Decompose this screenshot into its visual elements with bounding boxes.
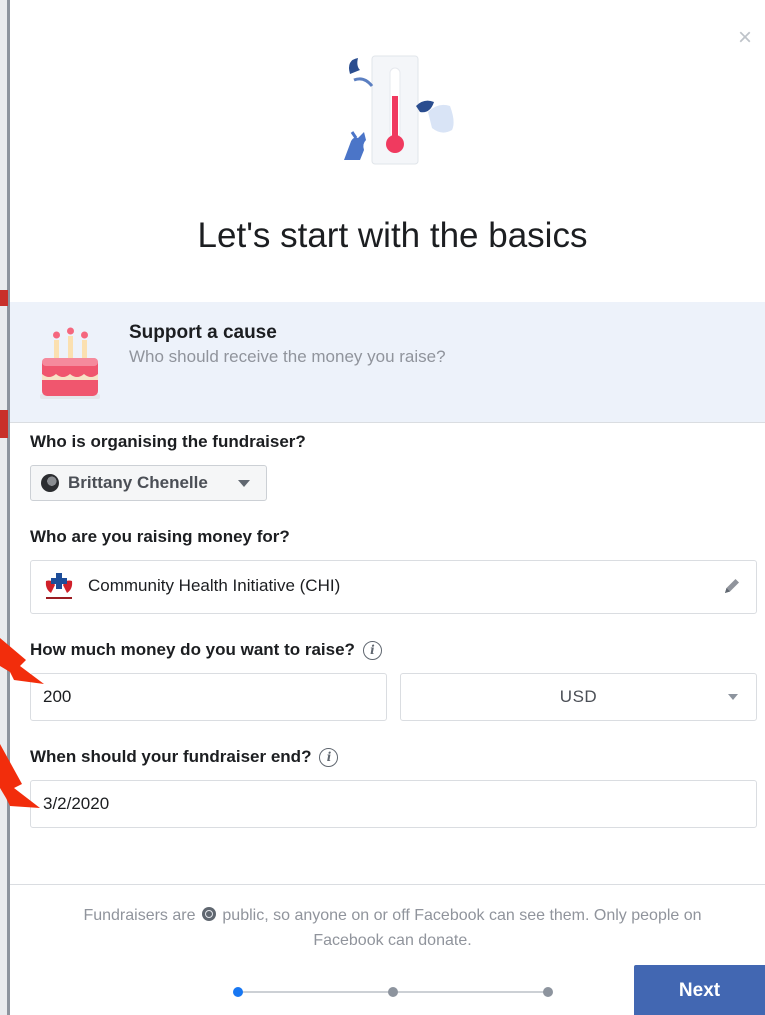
step-dot-2 [388,987,398,997]
notice-text-start: Fundraisers are [83,907,196,924]
info-icon[interactable]: i [319,748,339,767]
next-button[interactable]: Next [634,965,765,1015]
beneficiary-name: Community Health Initiative (CHI) [88,576,341,595]
cause-subtitle: Who should receive the money you raise? [129,347,446,366]
charity-logo [45,573,73,599]
organiser-label: Who is organising the fundraiser? [30,432,306,451]
fundraiser-dialog: × Let's start with the basics Support a … [10,6,765,1015]
end-date-input[interactable] [31,781,756,827]
backdrop-fragment [0,290,8,306]
end-date-input-wrapper [30,780,757,828]
fundraiser-illustration [344,55,454,165]
birthday-cake-icon [40,327,100,399]
beneficiary-label: Who are you raising money for? [30,527,290,546]
cause-title: Support a cause [129,322,277,343]
page-title: Let's start with the basics [197,216,588,255]
currency-select[interactable]: USD [400,673,757,721]
globe-icon [201,907,216,921]
dropdown-caret-icon [238,480,250,487]
chevron-down-icon [728,694,738,700]
dialog-footer: Fundraisers are public, so anyone on or … [10,884,765,1015]
step-dot-1 [233,987,243,997]
goal-amount-input[interactable] [31,674,386,720]
end-date-label-text: When should your fundraiser end? [30,747,312,766]
organiser-name: Brittany Chenelle [68,473,208,492]
pencil-edit-icon[interactable] [722,576,742,596]
step-progress [230,985,560,999]
close-icon[interactable]: × [733,26,757,50]
goal-label: How much money do you want to raise? i [30,640,382,660]
beneficiary-field[interactable]: Community Health Initiative (CHI) [30,560,757,614]
organiser-selector[interactable]: Brittany Chenelle [30,465,267,501]
currency-value: USD [559,687,598,706]
page-backdrop [0,0,10,1015]
annotation-arrow [0,638,44,684]
step-dot-3 [543,987,553,997]
privacy-notice: Fundraisers are public, so anyone on or … [60,903,725,953]
avatar [41,474,59,492]
goal-label-text: How much money do you want to raise? [30,640,355,659]
notice-text-end: public, so anyone on or off Facebook can… [222,907,702,949]
backdrop-fragment [0,410,8,438]
info-icon[interactable]: i [362,641,382,660]
annotation-arrow [0,744,40,808]
goal-amount-input-wrapper [30,673,387,721]
support-cause-row: Support a cause Who should receive the m… [10,302,765,423]
end-date-label: When should your fundraiser end? i [30,747,339,767]
